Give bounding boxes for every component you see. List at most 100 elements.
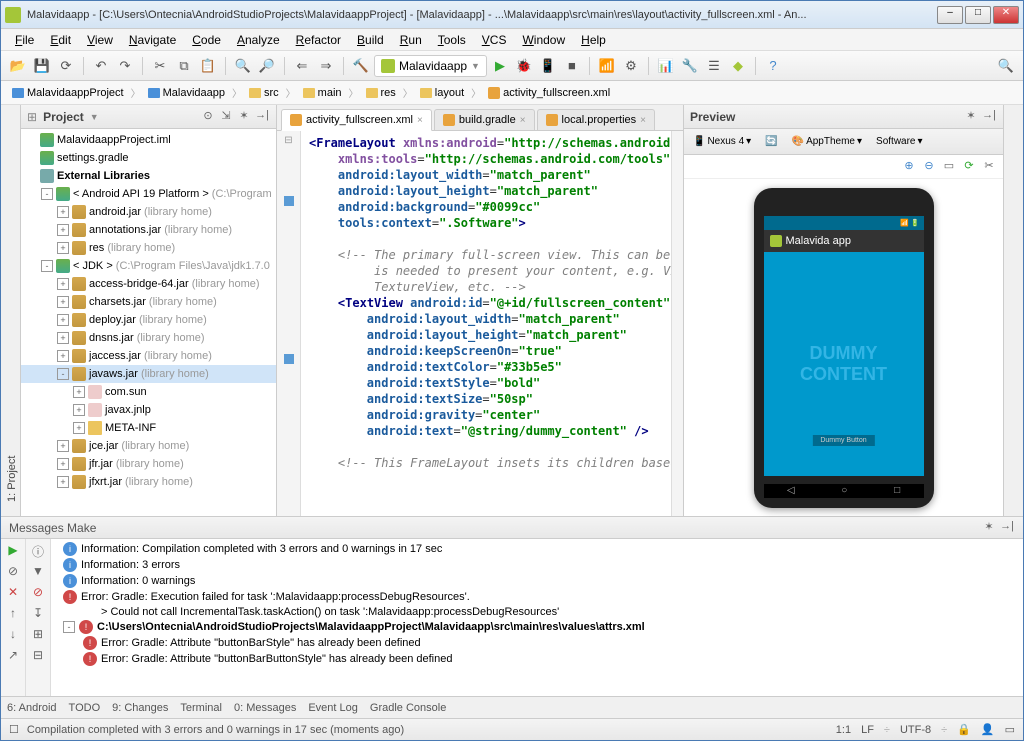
editor-scrollbar[interactable] [671,131,683,516]
expand-icon[interactable]: ⊞ [29,627,47,645]
menu-window[interactable]: Window [516,31,571,49]
paste-icon[interactable]: 📋 [197,55,219,77]
tree-expand-icon[interactable]: + [57,458,69,470]
messages-settings-icon[interactable]: ✶ [981,520,997,536]
caret-position[interactable]: 1:1 [836,724,851,736]
tree-node[interactable]: +com.sun [21,383,276,401]
settings-icon[interactable]: ✶ [236,109,252,125]
collapse-all-icon[interactable]: ⊟ [29,648,47,666]
menu-tools[interactable]: Tools [432,31,472,49]
gutter-marker[interactable] [284,196,294,206]
stop-icon[interactable]: ■ [561,55,583,77]
tree-node[interactable]: +annotations.jar (library home) [21,221,276,239]
tree-expand-icon[interactable]: + [57,278,69,290]
find-icon[interactable]: 🔍 [232,55,254,77]
tree-expand-icon[interactable]: + [57,476,69,488]
save-icon[interactable]: 💾 [31,55,53,77]
menu-analyze[interactable]: Analyze [231,31,286,49]
cut-icon[interactable]: ✂ [149,55,171,77]
open-icon[interactable]: 📂 [7,55,29,77]
message-row[interactable]: !Error: Gradle: Attribute "buttonBarStyl… [55,635,1019,651]
messages-list[interactable]: iInformation: Compilation completed with… [51,539,1023,696]
bottom-tab[interactable]: 9: Changes [112,702,168,714]
tree-expand-icon[interactable]: + [57,314,69,326]
refresh-icon[interactable]: ⟳ [961,159,977,175]
tree-expand-icon[interactable]: + [73,386,85,398]
tree-node[interactable]: +jaccess.jar (library home) [21,347,276,365]
up-icon[interactable]: ↑ [4,606,22,624]
zoom-out-icon[interactable]: ⊖ [921,159,937,175]
run-icon[interactable]: ▶ [489,55,511,77]
filter-error-icon[interactable]: ⊘ [29,585,47,603]
tab-close-icon[interactable]: × [417,115,423,126]
breadcrumb-item[interactable]: activity_fullscreen.xml [483,86,615,100]
menu-file[interactable]: File [9,31,40,49]
message-row[interactable]: iInformation: Compilation completed with… [55,541,1019,557]
undo-icon[interactable]: ↶ [90,55,112,77]
menu-vcs[interactable]: VCS [476,31,513,49]
menu-edit[interactable]: Edit [44,31,77,49]
tree-node[interactable]: +access-bridge-64.jar (library home) [21,275,276,293]
theme-dropdown[interactable]: 🎨AppTheme▾ [787,133,867,150]
gutter-marker[interactable] [284,354,294,364]
project-tool-tab[interactable]: 1: Project [6,111,18,510]
breadcrumb-item[interactable]: MalavidaappProject [7,86,129,100]
tree-node[interactable]: -< JDK > (C:\Program Files\Java\jdk1.7.0 [21,257,276,275]
copy-icon[interactable]: ⧉ [173,55,195,77]
tree-node[interactable]: +charsets.jar (library home) [21,293,276,311]
msg-expand-icon[interactable]: - [63,621,75,633]
encoding[interactable]: UTF-8 [900,724,931,736]
structure-icon[interactable]: ☰ [703,55,725,77]
avd-icon[interactable]: 📶 [596,55,618,77]
run-config-dropdown[interactable]: Malavidaapp ▼ [374,55,487,77]
clear-icon[interactable]: ⊘ [4,564,22,582]
orientation-icon[interactable]: 🔄 [760,133,782,150]
tree-expand-icon[interactable]: - [41,188,53,200]
tree-expand-icon[interactable]: + [73,422,85,434]
hide-icon[interactable]: →| [254,109,270,125]
preview-canvas[interactable]: 📶 🔋 Malavida app DUMMY CONTENT Dummy But… [684,179,1003,516]
tree-expand-icon[interactable]: + [57,440,69,452]
make-icon[interactable]: 🔨 [350,55,372,77]
tree-node[interactable]: +META-INF [21,419,276,437]
bottom-tab[interactable]: 0: Messages [234,702,296,714]
tree-node[interactable]: +res (library home) [21,239,276,257]
tree-node[interactable]: MalavidaappProject.iml [21,131,276,149]
tree-node[interactable]: +jfr.jar (library home) [21,455,276,473]
menu-code[interactable]: Code [186,31,227,49]
insert-mode-icon[interactable]: 🔒 [957,723,971,736]
editor-gutter[interactable]: ⊟ [277,131,301,516]
tree-expand-icon[interactable]: + [57,224,69,236]
breadcrumb-item[interactable]: layout [415,86,469,100]
editor-tab[interactable]: local.properties× [537,109,655,130]
tree-node[interactable]: +dnsns.jar (library home) [21,329,276,347]
editor-tab[interactable]: build.gradle× [434,109,535,130]
search-everywhere-icon[interactable]: 🔍 [995,55,1017,77]
tab-close-icon[interactable]: × [640,115,646,126]
tab-close-icon[interactable]: × [520,115,526,126]
zoom-in-icon[interactable]: ⊕ [901,159,917,175]
breadcrumb-item[interactable]: main [298,86,347,100]
down-icon[interactable]: ↓ [4,627,22,645]
debug-icon[interactable]: 🐞 [513,55,535,77]
tree-node[interactable]: +deploy.jar (library home) [21,311,276,329]
line-ending[interactable]: LF [861,724,874,736]
menu-build[interactable]: Build [351,31,390,49]
maximize-button[interactable]: □ [965,6,991,24]
tree-expand-icon[interactable]: + [73,404,85,416]
filter-icon[interactable]: ▼ [29,564,47,582]
tree-node[interactable]: +javax.jnlp [21,401,276,419]
message-row[interactable]: iInformation: 0 warnings [55,573,1019,589]
tree-node[interactable]: -< Android API 19 Platform > (C:\Program [21,185,276,203]
forward-icon[interactable]: ⇒ [315,55,337,77]
redo-icon[interactable]: ↷ [114,55,136,77]
breadcrumb-item[interactable]: Malavidaapp [143,86,230,100]
collapse-icon[interactable]: ⇲ [218,109,234,125]
device-dropdown[interactable]: 📱 Nexus 4▾ [688,133,756,150]
menu-refactor[interactable]: Refactor [290,31,347,49]
autoscroll-messages-icon[interactable]: ↧ [29,606,47,624]
message-row[interactable]: > Could not call IncrementalTask.taskAct… [55,605,1019,619]
attach-icon[interactable]: 📱 [537,55,559,77]
menu-help[interactable]: Help [575,31,612,49]
sdk-icon[interactable]: ⚙ [620,55,642,77]
